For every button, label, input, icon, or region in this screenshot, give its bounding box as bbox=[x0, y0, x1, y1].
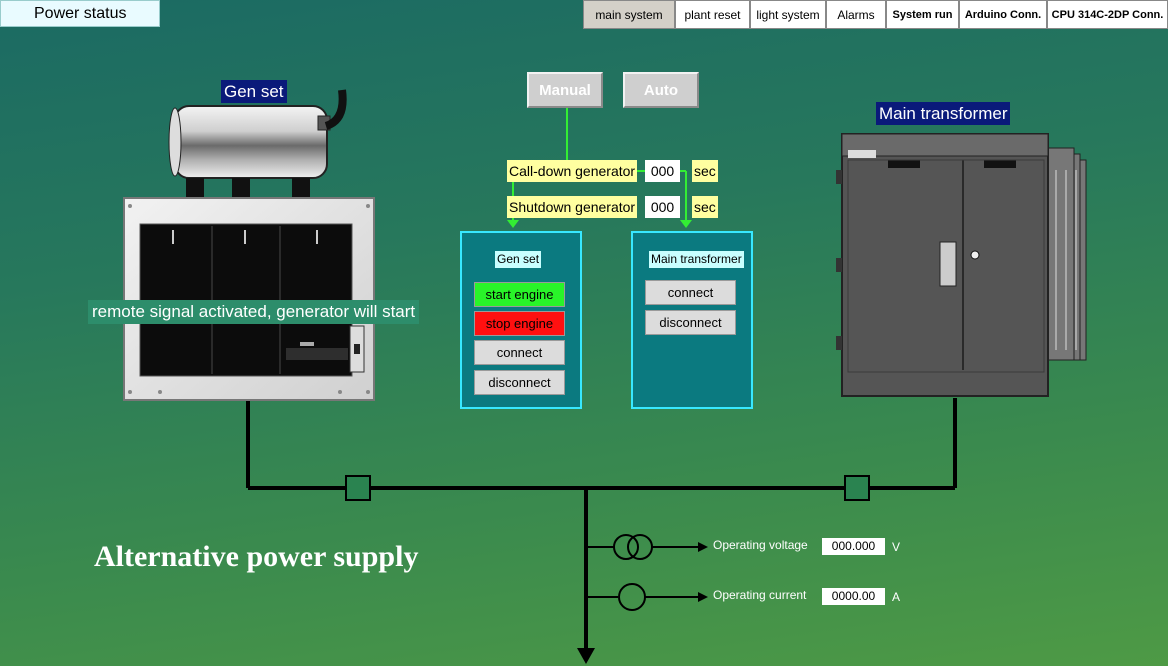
generator-icon bbox=[123, 89, 375, 401]
nav-arduino-conn[interactable]: Arduino Conn. bbox=[959, 0, 1047, 29]
transformer-label: Main transformer bbox=[876, 102, 1011, 125]
calldown-generator-label: Call-down generator bbox=[507, 160, 638, 182]
breaker-transformer bbox=[844, 475, 870, 501]
transformer-icon bbox=[836, 133, 1087, 397]
genset-status-message: remote signal activated, generator will … bbox=[88, 300, 420, 324]
calldown-unit: sec bbox=[692, 160, 718, 182]
breaker-genset bbox=[345, 475, 371, 501]
navigation-bar: main system plant reset light system Ala… bbox=[583, 0, 1168, 29]
current-unit: A bbox=[892, 590, 901, 604]
shutdown-timer-field[interactable]: 000 bbox=[645, 196, 680, 218]
genset-control-panel: Gen set start engine stop engine connect… bbox=[460, 231, 582, 409]
nav-plant-reset[interactable]: plant reset bbox=[675, 0, 750, 29]
manual-mode-button[interactable]: Manual bbox=[527, 72, 603, 108]
transformer-control-panel: Main transformer connect disconnect bbox=[631, 231, 753, 409]
auto-mode-button[interactable]: Auto bbox=[623, 72, 699, 108]
shutdown-generator-label: Shutdown generator bbox=[507, 196, 638, 218]
operating-voltage-value: 000.000 bbox=[822, 538, 885, 555]
nav-light-system[interactable]: light system bbox=[750, 0, 826, 29]
operating-current-label: Operating current bbox=[713, 588, 807, 602]
operating-voltage-label: Operating voltage bbox=[713, 538, 808, 552]
nav-cpu-conn[interactable]: CPU 314C-2DP Conn. bbox=[1047, 0, 1168, 29]
start-engine-button[interactable]: start engine bbox=[474, 282, 565, 307]
stop-engine-button[interactable]: stop engine bbox=[474, 311, 565, 336]
screen-title: Power status bbox=[0, 0, 160, 27]
transformer-connect-button[interactable]: connect bbox=[645, 280, 736, 305]
nav-alarms[interactable]: Alarms bbox=[826, 0, 886, 29]
operating-current-value: 0000.00 bbox=[822, 588, 885, 605]
genset-panel-title: Gen set bbox=[495, 251, 542, 268]
transformer-disconnect-button[interactable]: disconnect bbox=[645, 310, 736, 335]
nav-system-run[interactable]: System run bbox=[886, 0, 959, 29]
shutdown-unit: sec bbox=[692, 196, 718, 218]
nav-main-system[interactable]: main system bbox=[583, 0, 675, 29]
voltage-unit: V bbox=[892, 540, 901, 554]
transformer-panel-title: Main transformer bbox=[649, 251, 744, 268]
calldown-timer-field[interactable]: 000 bbox=[645, 160, 680, 182]
section-title: Alternative power supply bbox=[94, 540, 419, 573]
genset-connect-button[interactable]: connect bbox=[474, 340, 565, 365]
genset-disconnect-button[interactable]: disconnect bbox=[474, 370, 565, 395]
